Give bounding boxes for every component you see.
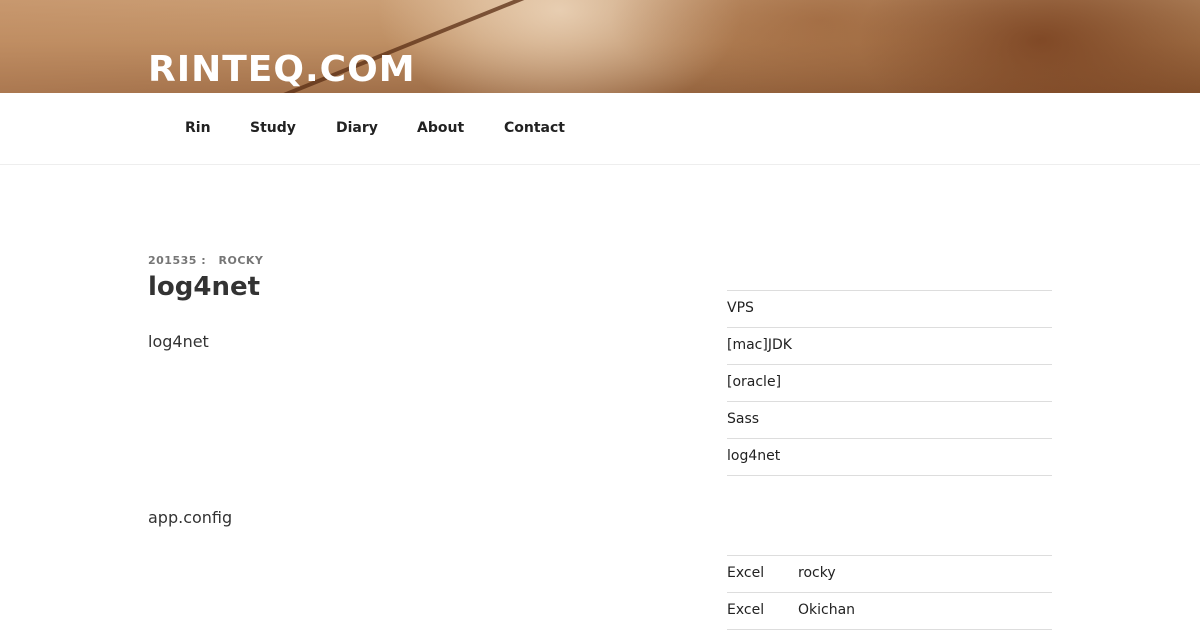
post-meta: 201535 : ROCKY	[148, 254, 263, 267]
post-author[interactable]: ROCKY	[219, 254, 264, 267]
recent-post-item[interactable]: [oracle]	[727, 365, 1052, 402]
nav-item-rin[interactable]: Rin	[185, 120, 211, 136]
recent-post-item[interactable]: VPS	[727, 291, 1052, 328]
recent-comment-item: Excel Okichan	[727, 593, 1052, 630]
post-paragraph: app.config	[148, 508, 233, 527]
post-paragraph: log4net	[148, 332, 209, 351]
recent-post-item[interactable]: log4net	[727, 439, 1052, 476]
nav-item-about[interactable]: About	[417, 120, 464, 136]
comment-author[interactable]: Okichan	[798, 602, 855, 618]
post-title: log4net	[148, 272, 261, 302]
nav-item-diary[interactable]: Diary	[336, 120, 378, 136]
recent-comment-item: Excel rocky	[727, 556, 1052, 593]
header-banner: RINTEQ.COM	[0, 0, 1200, 93]
site-title[interactable]: RINTEQ.COM	[148, 48, 416, 92]
comment-post-link[interactable]: Excel	[727, 565, 798, 581]
recent-comments-list: Excel rocky Excel Okichan	[727, 555, 1052, 630]
nav-item-contact[interactable]: Contact	[504, 120, 565, 136]
post-date[interactable]: 201535 :	[148, 254, 206, 267]
comment-post-link[interactable]: Excel	[727, 602, 798, 618]
recent-post-item[interactable]: [mac]JDK	[727, 328, 1052, 365]
recent-post-item[interactable]: Sass	[727, 402, 1052, 439]
nav-item-study[interactable]: Study	[250, 120, 296, 136]
comment-author[interactable]: rocky	[798, 565, 836, 581]
main-navigation: Rin Study Diary About Contact	[0, 93, 1200, 165]
recent-posts-list: VPS [mac]JDK [oracle] Sass log4net	[727, 290, 1052, 476]
